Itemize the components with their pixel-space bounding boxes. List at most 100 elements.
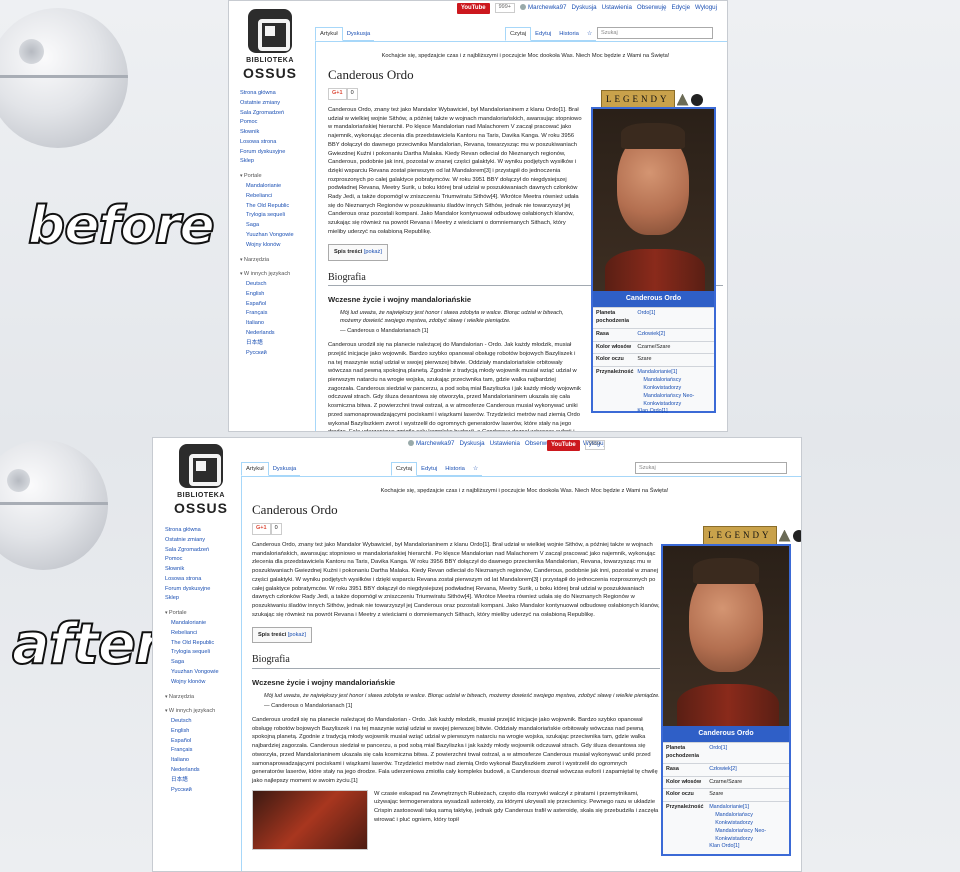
language-link[interactable]: Italiano xyxy=(165,756,245,766)
languages-heading[interactable]: W innych językach xyxy=(165,707,245,717)
legends-badge[interactable]: LEGENDY xyxy=(703,526,777,546)
tab-article[interactable]: Artykuł xyxy=(241,462,269,477)
nav-link[interactable]: Sklep xyxy=(240,157,316,167)
toc-show-link[interactable]: [pokaż] xyxy=(288,632,306,638)
table-of-contents[interactable]: Spis treści [pokaż] xyxy=(328,244,388,261)
portal-link[interactable]: Wojny klonów xyxy=(165,678,245,688)
legends-banner: LEGENDY xyxy=(703,526,801,546)
sidebar: Strona główna Ostatnie zmiany Sala Zgrom… xyxy=(240,89,316,358)
portal-link[interactable]: Mandalorianie xyxy=(240,182,316,192)
search-input[interactable]: Szukaj xyxy=(597,27,713,39)
portal-link[interactable]: Yuuzhan Vongowie xyxy=(240,231,316,241)
toc-show-link[interactable]: [pokaż] xyxy=(364,249,382,255)
table-of-contents[interactable]: Spis treści [pokaż] xyxy=(252,627,312,644)
nav-link[interactable]: Słownik xyxy=(240,128,316,138)
user-link[interactable]: Marchewka97 xyxy=(408,440,455,449)
tab-talk[interactable]: Dyskusja xyxy=(268,463,301,477)
discussion-link[interactable]: Dyskusja xyxy=(572,4,597,13)
language-link[interactable]: Français xyxy=(240,309,316,319)
kotor-icon xyxy=(676,93,689,106)
portal-link[interactable]: Yuuzhan Vongowie xyxy=(165,668,245,678)
language-link[interactable]: 日本語 xyxy=(240,339,316,349)
discussion-link[interactable]: Dyskusja xyxy=(460,440,485,449)
portal-link[interactable]: Saga xyxy=(240,221,316,231)
tools-heading[interactable]: Narzędzia xyxy=(240,256,316,266)
nav-link[interactable]: Sala Zgromadzeń xyxy=(165,546,245,556)
google-plus-button[interactable]: G+1 0 xyxy=(328,88,358,101)
logout-link[interactable]: Wyloguj xyxy=(695,4,717,13)
nav-link[interactable]: Pomoc xyxy=(165,555,245,565)
language-link[interactable]: Русский xyxy=(240,349,316,359)
nav-link[interactable]: Sklep xyxy=(165,594,245,604)
tab-talk[interactable]: Dyskusja xyxy=(342,28,375,42)
nav-link[interactable]: Pomoc xyxy=(240,118,316,128)
language-link[interactable]: Español xyxy=(240,300,316,310)
portal-link[interactable]: Rebelianci xyxy=(165,629,245,639)
tab-read[interactable]: Czytaj xyxy=(391,462,418,477)
infobox-row: Przynależność Mandalorianie[1] Mandaloriań… xyxy=(593,366,714,418)
language-link[interactable]: English xyxy=(240,290,316,300)
watchlist-link[interactable]: Obserwuję xyxy=(637,4,667,13)
namespace-tabs: Artykuł Dyskusja xyxy=(241,462,301,477)
portal-link[interactable]: Saga xyxy=(165,658,245,668)
portal-link[interactable]: Rebelianci xyxy=(240,192,316,202)
languages-heading[interactable]: W innych językach xyxy=(240,270,316,280)
portals-heading[interactable]: Portale xyxy=(240,172,316,182)
nav-link[interactable]: Sala Zgromadzeń xyxy=(240,109,316,119)
nav-link[interactable]: Ostatnie zmiany xyxy=(240,99,316,109)
nav-link[interactable]: Losowa strona xyxy=(165,575,245,585)
language-link[interactable]: Nederlands xyxy=(165,766,245,776)
user-link[interactable]: Marchewka97 xyxy=(520,4,567,13)
tab-history[interactable]: Historia xyxy=(441,463,469,477)
infobox-row: Kolor włosów Czarne/Szare xyxy=(593,340,714,354)
tab-edit[interactable]: Edytuj xyxy=(531,28,556,42)
watch-star-icon[interactable]: ☆ xyxy=(468,463,483,477)
nav-link[interactable]: Ostatnie zmiany xyxy=(165,536,245,546)
portal-link[interactable]: Mandalorianie xyxy=(165,619,245,629)
portal-link[interactable]: Trylogia sequeli xyxy=(240,211,316,221)
youtube-button[interactable]: YouTube xyxy=(456,3,490,14)
character-portrait xyxy=(593,109,714,291)
nav-link[interactable]: Forum dyskusyjne xyxy=(165,585,245,595)
search-input[interactable]: Szukaj xyxy=(635,462,787,474)
infobox-row: Kolor oczu Szare xyxy=(593,353,714,366)
contributions-link[interactable]: Edycje xyxy=(671,4,690,13)
nav-link[interactable]: Forum dyskusyjne xyxy=(240,148,316,158)
tab-read[interactable]: Czytaj xyxy=(505,27,532,42)
language-link[interactable]: 日本語 xyxy=(165,776,245,786)
nav-link[interactable]: Słownik xyxy=(165,565,245,575)
tools-heading[interactable]: Narzędzia xyxy=(165,693,245,703)
portals-heading[interactable]: Portale xyxy=(165,609,245,619)
watch-star-icon[interactable]: ☆ xyxy=(582,28,597,42)
youtube-button[interactable]: YouTube xyxy=(547,440,580,451)
site-logo[interactable]: BIBLIOTEKA OSSUS xyxy=(171,444,231,515)
bio-paragraph: Canderous urodził się na planecie należą… xyxy=(328,342,581,431)
tab-edit[interactable]: Edytuj xyxy=(417,463,442,477)
settings-link[interactable]: Ustawienia xyxy=(602,4,632,13)
language-link[interactable]: Italiano xyxy=(240,319,316,329)
google-plus-button[interactable]: G+1 0 xyxy=(252,523,282,536)
nav-link[interactable]: Strona główna xyxy=(240,89,316,99)
language-link[interactable]: Deutsch xyxy=(165,717,245,727)
page-title: Canderous Ordo xyxy=(328,67,414,83)
character-portrait xyxy=(663,546,789,726)
article-thumbnail[interactable] xyxy=(252,789,368,850)
tab-history[interactable]: Historia xyxy=(555,28,583,42)
language-link[interactable]: Deutsch xyxy=(240,280,316,290)
portal-link[interactable]: Trylogia sequeli xyxy=(165,648,245,658)
language-link[interactable]: Français xyxy=(165,746,245,756)
site-logo[interactable]: BIBLIOTEKA OSSUS xyxy=(243,9,297,80)
language-link[interactable]: Nederlands xyxy=(240,329,316,339)
language-link[interactable]: English xyxy=(165,727,245,737)
portal-link[interactable]: The Old Republic xyxy=(165,639,245,649)
nav-link[interactable]: Strona główna xyxy=(165,526,245,536)
portal-link[interactable]: Wojny klonów xyxy=(240,241,316,251)
settings-link[interactable]: Ustawienia xyxy=(490,440,520,449)
bio-paragraph: Canderous urodził się na planecie należą… xyxy=(252,717,658,784)
portal-link[interactable]: The Old Republic xyxy=(240,202,316,212)
tab-article[interactable]: Artykuł xyxy=(315,27,343,42)
language-link[interactable]: Español xyxy=(165,737,245,747)
nav-link[interactable]: Losowa strona xyxy=(240,138,316,148)
quote-source: — Canderous o Mandalorianach [1] xyxy=(340,328,429,335)
language-link[interactable]: Русский xyxy=(165,786,245,796)
